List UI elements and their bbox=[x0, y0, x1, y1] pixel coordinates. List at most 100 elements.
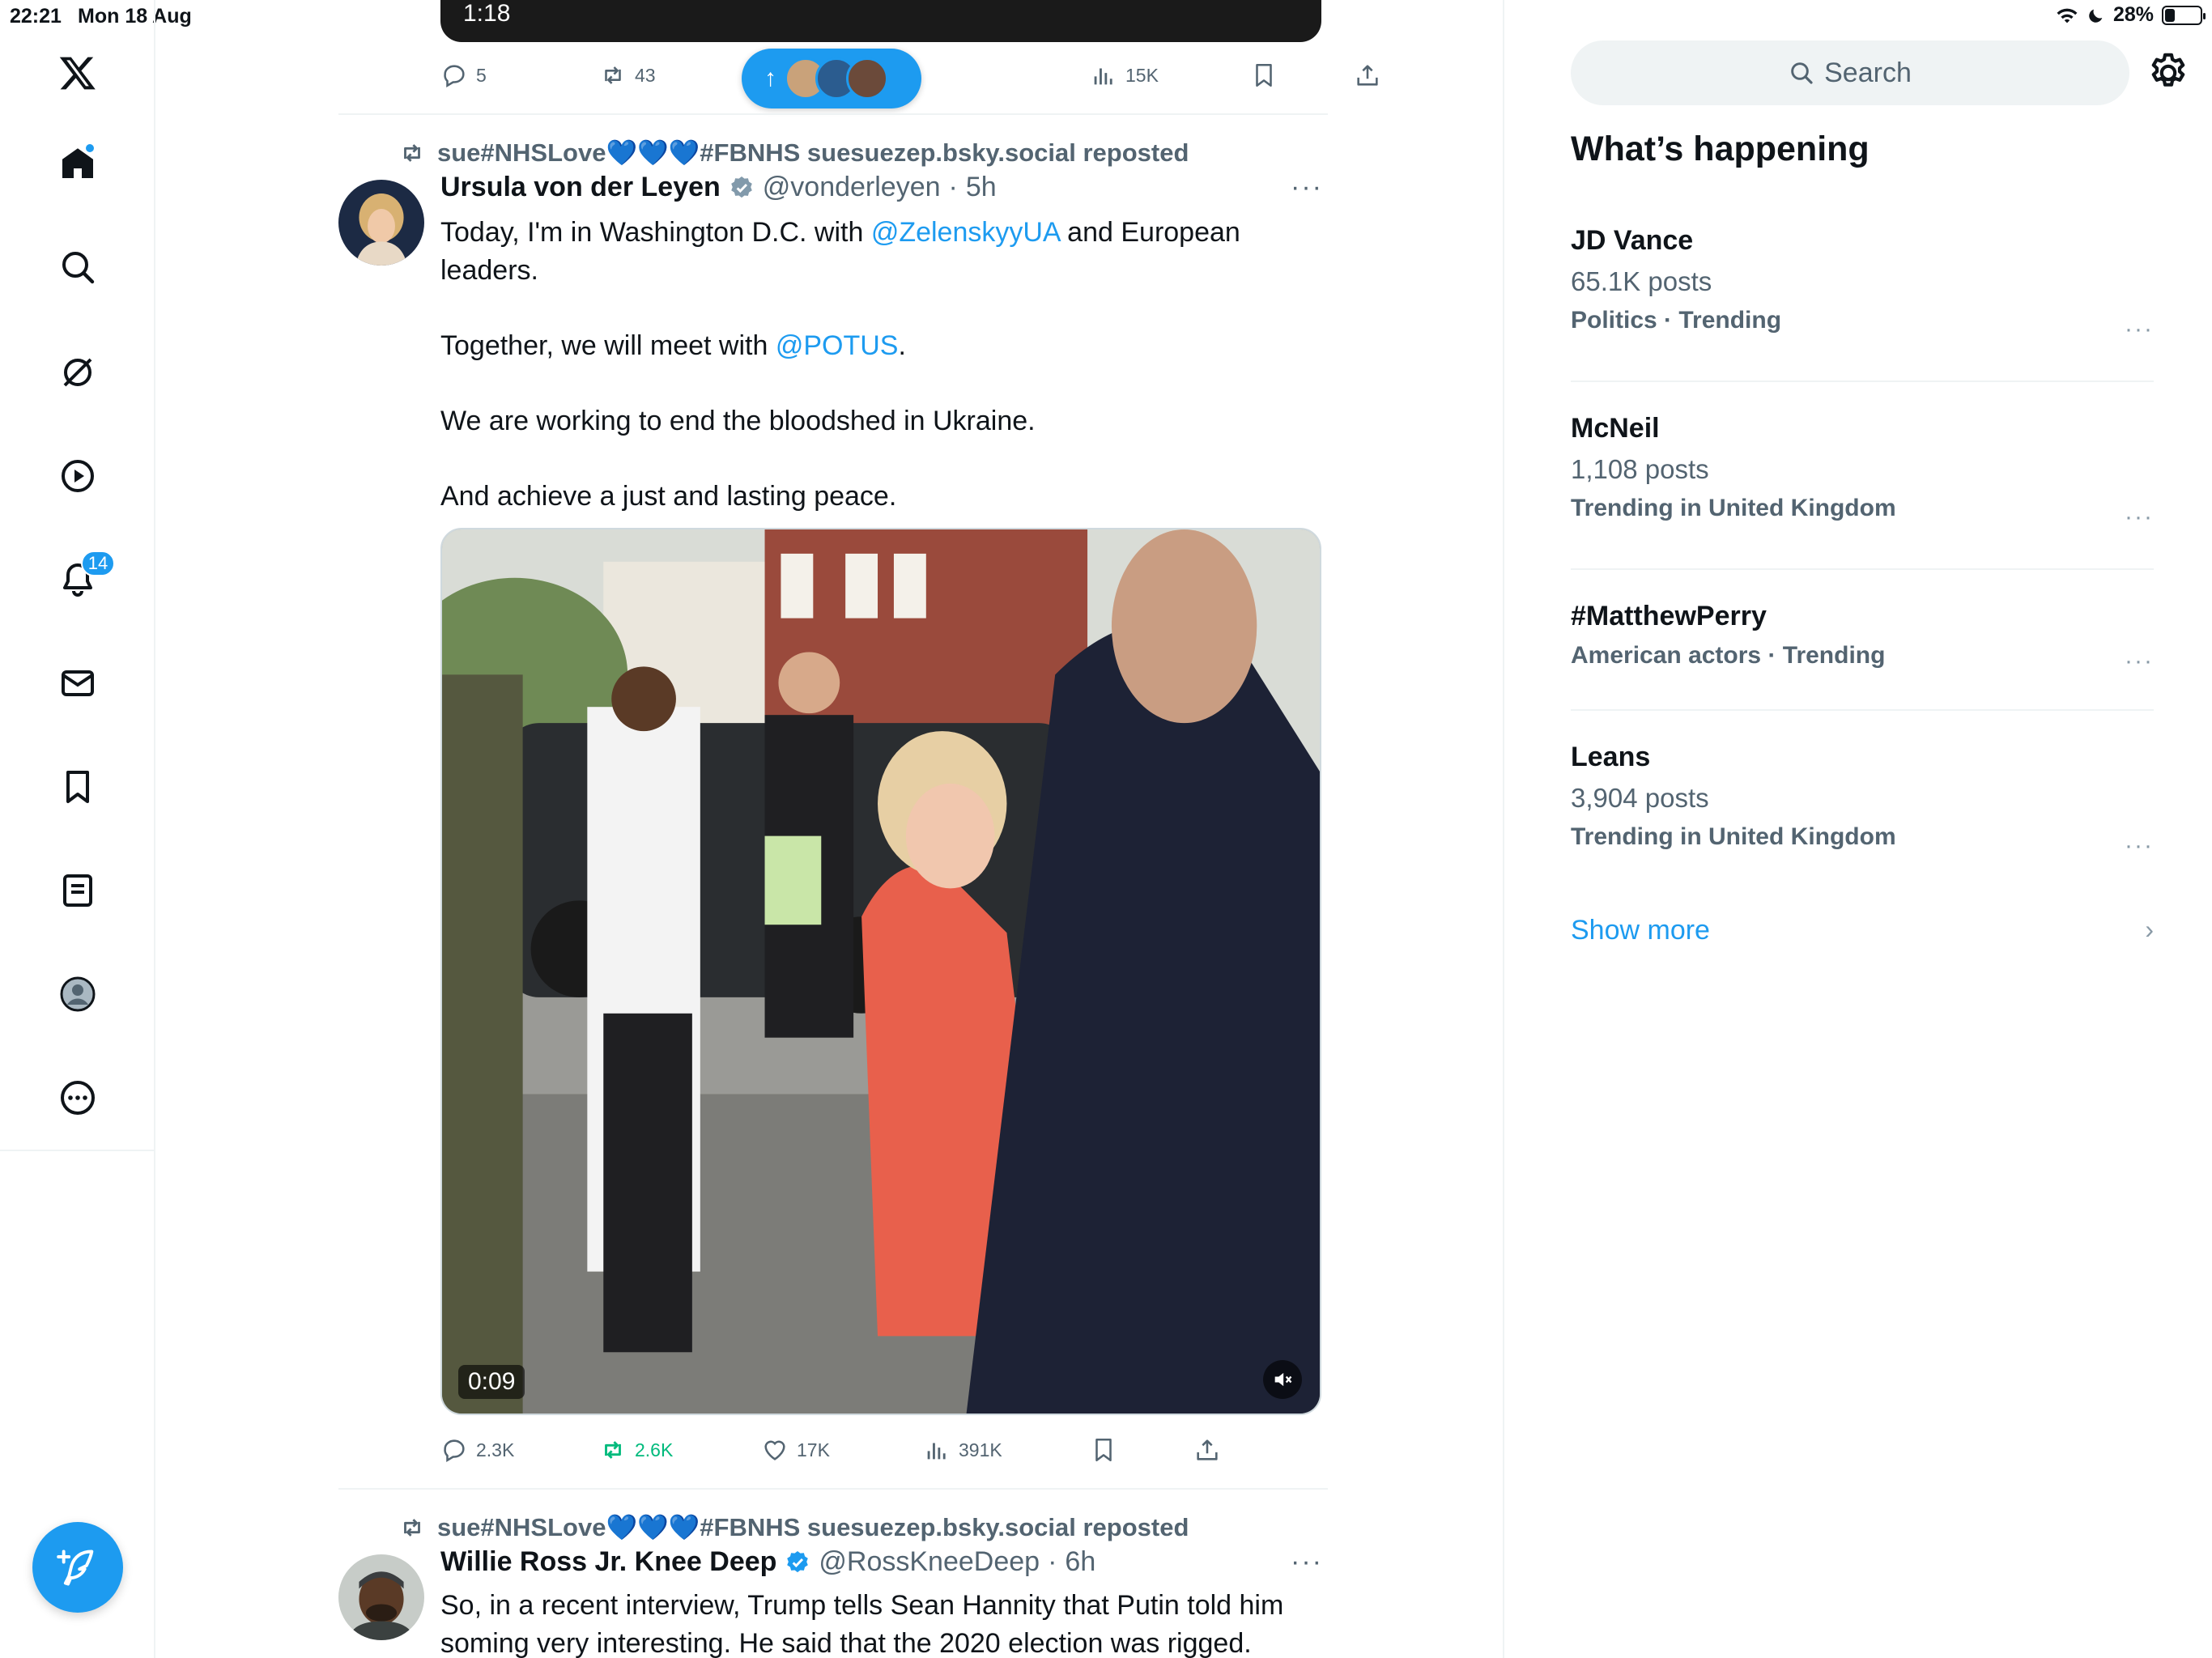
heart-emojis: 💙💙💙 bbox=[606, 1513, 700, 1541]
search-input[interactable]: Search bbox=[1571, 40, 2129, 105]
views-button[interactable]: 15K bbox=[1090, 57, 1159, 94]
speaker-muted-icon bbox=[1274, 1372, 1292, 1387]
tweet-paragraph: We are working to end the bloodshed in U… bbox=[440, 406, 1036, 436]
trend-item[interactable]: McNeil 1,108 posts Trending in United Ki… bbox=[1571, 413, 2154, 530]
compose-post-button[interactable] bbox=[32, 1522, 123, 1613]
text-segment: Today, I'm in Washington D.C. with bbox=[440, 217, 871, 248]
trend-name: McNeil bbox=[1571, 413, 1660, 444]
bookmark-button[interactable] bbox=[1090, 1431, 1117, 1469]
mention-link[interactable]: @POTUS bbox=[776, 330, 899, 361]
profile-avatar-icon[interactable] bbox=[45, 962, 110, 1027]
search-placeholder: Search bbox=[1824, 57, 1912, 88]
header-separator: · bbox=[948, 172, 958, 202]
more-options-icon[interactable]: ··· bbox=[1291, 1546, 1323, 1578]
tweet-header: Ursula von der Leyen @vonderleyen · 5h ·… bbox=[440, 172, 1323, 203]
verified-grey-badge-icon bbox=[730, 176, 752, 198]
author-avatar[interactable] bbox=[338, 1554, 424, 1640]
show-more-link[interactable]: Show more › bbox=[1571, 915, 2154, 946]
bookmarks-icon[interactable] bbox=[45, 755, 110, 819]
tweet-paragraph: So, in a recent interview, Trump tells S… bbox=[440, 1590, 1284, 1658]
trend-item[interactable]: JD Vance 65.1K posts Politics · Trending… bbox=[1571, 225, 2154, 342]
right-sidebar: Search What’s happening JD Vance 65.1K p… bbox=[1506, 0, 2212, 1658]
trend-more-icon[interactable]: ··· bbox=[2125, 648, 2154, 675]
repost-button[interactable]: 2.6K bbox=[599, 1431, 673, 1469]
x-logo-icon[interactable] bbox=[45, 40, 110, 105]
messages-envelope-icon[interactable] bbox=[45, 651, 110, 716]
share-button[interactable] bbox=[1193, 1431, 1221, 1469]
post-separator bbox=[338, 113, 1328, 115]
views-button[interactable]: 391K bbox=[923, 1431, 1002, 1469]
section-title: What’s happening bbox=[1571, 130, 1870, 168]
trend-name: Leans bbox=[1571, 742, 1651, 772]
trend-post-count: 3,904 posts bbox=[1571, 783, 1709, 813]
like-button[interactable]: 17K bbox=[761, 1431, 830, 1469]
post-time[interactable]: 5h bbox=[966, 172, 997, 203]
verified-blue-badge-icon bbox=[787, 1550, 809, 1572]
notifications-bell-icon[interactable]: 14 bbox=[45, 547, 115, 612]
search-icon[interactable] bbox=[45, 235, 110, 300]
reply-button[interactable]: 5 bbox=[440, 57, 487, 94]
trend-name: #MatthewPerry bbox=[1571, 601, 1767, 631]
trend-more-icon[interactable]: ··· bbox=[2125, 504, 2154, 531]
video-icon[interactable] bbox=[45, 444, 110, 508]
chevron-right-icon: › bbox=[2145, 915, 2154, 944]
reply-count: 5 bbox=[476, 64, 487, 86]
home-icon[interactable] bbox=[45, 131, 110, 196]
heart-emojis: 💙💙💙 bbox=[606, 138, 700, 167]
author-avatar[interactable] bbox=[338, 180, 424, 266]
trend-category: Politics · Trending bbox=[1571, 307, 1782, 334]
author-name[interactable]: Ursula von der Leyen bbox=[440, 172, 721, 203]
trend-separator bbox=[1571, 380, 2154, 382]
author-handle[interactable]: @vonderleyen bbox=[763, 172, 941, 203]
new-posts-pill[interactable]: ↑ bbox=[742, 49, 921, 108]
trend-name: JD Vance bbox=[1571, 225, 1694, 256]
author-name[interactable]: Willie Ross Jr. Knee Deep bbox=[440, 1546, 776, 1578]
header-separator: · bbox=[1048, 1546, 1057, 1577]
grok-icon[interactable] bbox=[45, 340, 110, 405]
text-segment: Together, we will meet with bbox=[440, 330, 776, 361]
share-icon bbox=[1197, 1439, 1218, 1460]
reply-icon bbox=[444, 65, 465, 88]
avatar-photo bbox=[338, 180, 424, 266]
text-segment: . bbox=[898, 330, 906, 361]
reply-button[interactable]: 2.3K bbox=[440, 1431, 514, 1469]
trend-more-icon[interactable]: ··· bbox=[2125, 832, 2154, 860]
video-time: 0:09 bbox=[458, 1365, 525, 1399]
settings-gear-icon[interactable] bbox=[2146, 50, 2191, 96]
share-button[interactable] bbox=[1354, 57, 1381, 94]
trend-more-icon[interactable]: ··· bbox=[2125, 316, 2154, 343]
trend-separator bbox=[1571, 568, 2154, 570]
search-icon bbox=[1791, 62, 1813, 84]
repost-count: 43 bbox=[635, 64, 656, 86]
trend-item[interactable]: Leans 3,904 posts Trending in United Kin… bbox=[1571, 742, 2154, 859]
share-icon bbox=[1357, 65, 1378, 86]
trend-item[interactable]: #MatthewPerry American actors · Trending… bbox=[1571, 601, 2154, 674]
feather-plus-icon bbox=[57, 1550, 94, 1586]
tweet-paragraph: Together, we will meet with @POTUS. bbox=[440, 327, 1323, 365]
mute-toggle[interactable] bbox=[1263, 1360, 1302, 1399]
post-time[interactable]: 6h bbox=[1065, 1546, 1095, 1578]
left-nav: 14 bbox=[0, 0, 155, 1658]
avatar-photo bbox=[338, 1554, 424, 1640]
trend-post-count: 1,108 posts bbox=[1571, 454, 1709, 484]
previous-video-time: 1:18 bbox=[463, 0, 511, 27]
trend-separator bbox=[1571, 709, 2154, 711]
more-options-icon[interactable] bbox=[45, 1065, 110, 1130]
mention-link[interactable]: @ZelenskyyUA bbox=[871, 217, 1060, 248]
repost-button[interactable]: 43 bbox=[599, 57, 656, 94]
views-count: 15K bbox=[1125, 64, 1159, 86]
author-handle[interactable]: @RossKneeDeep bbox=[819, 1546, 1040, 1578]
repost-context[interactable]: sue#NHSLove💙💙💙#FBNHS suesuezep.bsky.soci… bbox=[398, 1512, 1189, 1542]
repost-user: sue#NHSLove bbox=[437, 1513, 606, 1541]
lists-icon[interactable] bbox=[45, 858, 110, 923]
tweet-paragraph: Today, I'm in Washington D.C. with @Zele… bbox=[440, 214, 1323, 290]
repost-user: sue#NHSLove bbox=[437, 138, 606, 167]
previous-post-video[interactable] bbox=[440, 0, 1321, 42]
tweet-paragraph: And achieve a just and lasting peace. bbox=[440, 481, 897, 512]
bookmark-button[interactable] bbox=[1250, 57, 1278, 94]
notifications-badge: 14 bbox=[81, 551, 115, 576]
tweet-video[interactable]: 0:09 bbox=[440, 528, 1321, 1415]
repost-context[interactable]: sue#NHSLove💙💙💙#FBNHS suesuezep.bsky.soci… bbox=[398, 138, 1189, 168]
more-options-icon[interactable]: ··· bbox=[1291, 172, 1323, 203]
tweet-header: Willie Ross Jr. Knee Deep @RossKneeDeep … bbox=[440, 1546, 1323, 1578]
